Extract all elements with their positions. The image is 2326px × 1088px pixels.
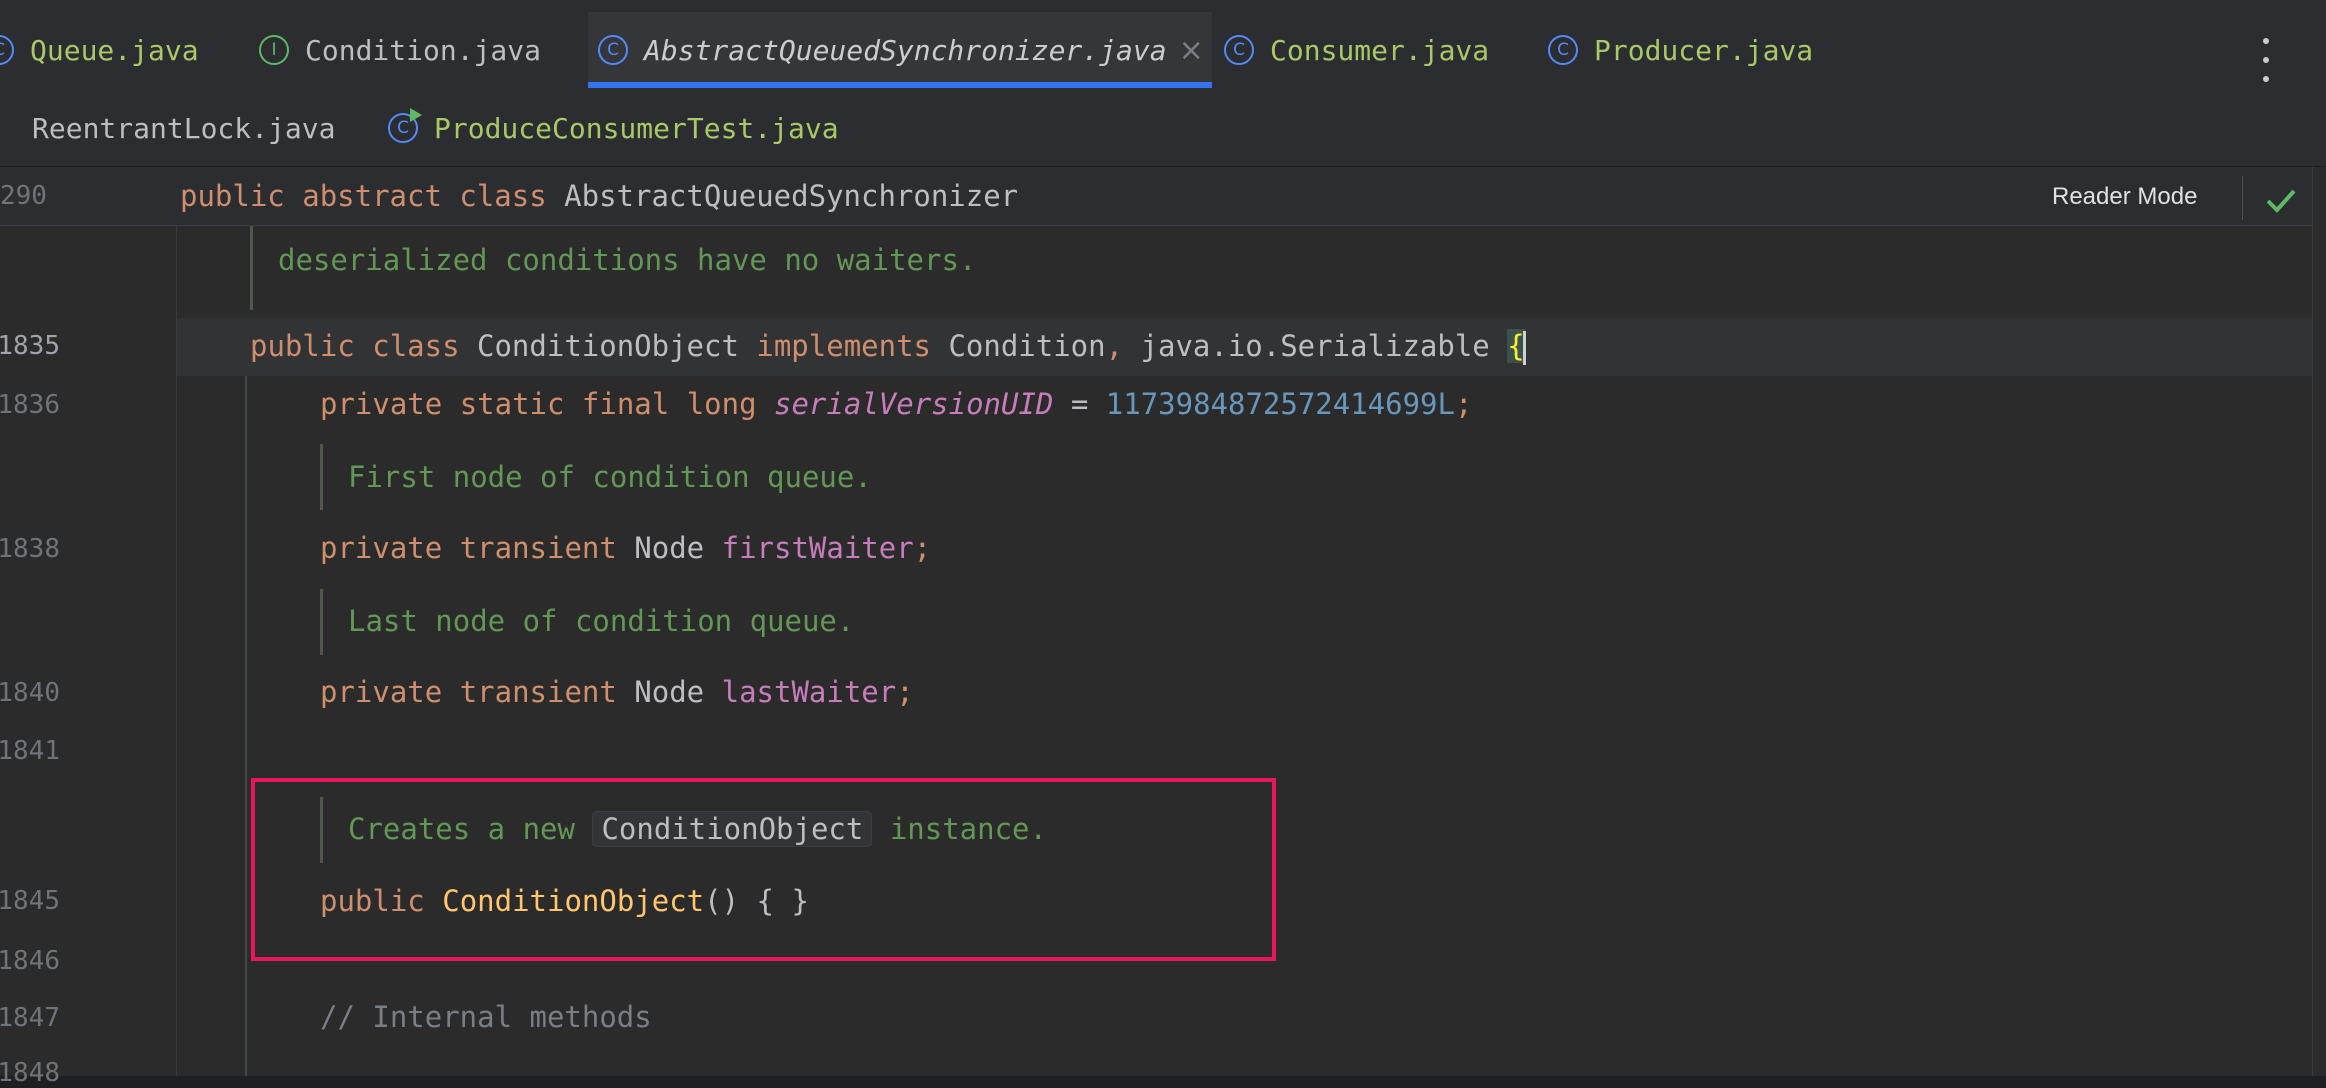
line-number: 1846 — [0, 946, 60, 976]
class-c-icon: C — [1224, 35, 1254, 65]
editor-tab-bar: C Queue.java I Condition.java C Abstract… — [0, 12, 2326, 167]
interface-i-icon: I — [259, 35, 289, 65]
line-number: 1836 — [0, 390, 60, 420]
doc-comment-bar — [320, 444, 323, 510]
run-class-icon: C — [388, 108, 422, 143]
code-line-1847: // Internal methods — [320, 1000, 652, 1034]
tab-label: ProduceConsumerTest.java — [434, 111, 839, 145]
sticky-class-declaration: public abstract class AbstractQueuedSync… — [180, 179, 1019, 213]
line-number: 1845 — [0, 886, 60, 916]
tab-condition-java[interactable]: I Condition.java — [259, 22, 541, 78]
code-line-1835: public class ConditionObject implements … — [250, 329, 1526, 365]
annotation-highlight-box — [251, 778, 1276, 961]
doc-comment-text: Last node of condition queue. — [348, 604, 855, 638]
close-icon[interactable]: × — [1179, 33, 1204, 68]
tab-abstract-queued-synchronizer-java[interactable]: C AbstractQueuedSynchronizer.java × — [588, 12, 1212, 88]
tab-produce-consumer-test-java[interactable]: C ProduceConsumerTest.java — [388, 100, 839, 156]
tab-label: AbstractQueuedSynchronizer.java — [644, 33, 1167, 67]
tab-producer-java[interactable]: C Producer.java — [1548, 22, 1813, 78]
checkmark-icon[interactable] — [2264, 185, 2298, 215]
tab-consumer-java[interactable]: C Consumer.java — [1224, 22, 1489, 78]
doc-comment-bar — [320, 589, 323, 655]
doc-comment-text: deserialized conditions have no waiters. — [278, 243, 977, 277]
tab-label: Producer.java — [1594, 33, 1814, 67]
doc-comment-text: First node of condition queue. — [348, 460, 872, 494]
line-number: 290 — [0, 181, 47, 211]
line-number: 1838 — [0, 534, 60, 564]
sticky-lines-header[interactable]: 290 public abstract class AbstractQueued… — [0, 167, 2326, 226]
toolbar-separator — [2242, 176, 2243, 220]
code-line-1836: private static final long serialVersionU… — [320, 387, 1473, 421]
tab-queue-java[interactable]: C Queue.java — [0, 22, 199, 78]
tab-label: Condition.java — [305, 33, 542, 67]
code-line-1840: private transient Node lastWaiter; — [320, 675, 914, 709]
tab-label: Queue.java — [30, 33, 199, 67]
line-number: 1840 — [0, 678, 60, 708]
text-caret — [1522, 331, 1526, 365]
window-top-strip — [0, 0, 2326, 12]
scope-indent-guide — [245, 376, 247, 1076]
tab-label: Consumer.java — [1270, 33, 1490, 67]
line-number: 1835 — [0, 331, 60, 361]
gutter-divider — [176, 226, 177, 1076]
tab-reentrant-lock-java[interactable]: ReentrantLock.java — [32, 100, 335, 156]
code-line-1838: private transient Node firstWaiter; — [320, 531, 932, 565]
line-number: 1841 — [0, 736, 60, 766]
doc-comment-bar — [250, 226, 253, 310]
line-number: 1848 — [0, 1058, 60, 1088]
class-c-icon: C — [0, 35, 14, 65]
tab-label: ReentrantLock.java — [32, 111, 336, 145]
active-tab-underline — [588, 82, 1212, 88]
class-c-icon: C — [598, 35, 628, 65]
reader-mode-button[interactable]: Reader Mode — [2052, 183, 2197, 211]
editor-scrollbar[interactable] — [2312, 167, 2326, 1076]
more-tabs-icon[interactable] — [2254, 38, 2278, 82]
class-c-icon: C — [1548, 35, 1578, 65]
line-number: 1847 — [0, 1003, 60, 1033]
